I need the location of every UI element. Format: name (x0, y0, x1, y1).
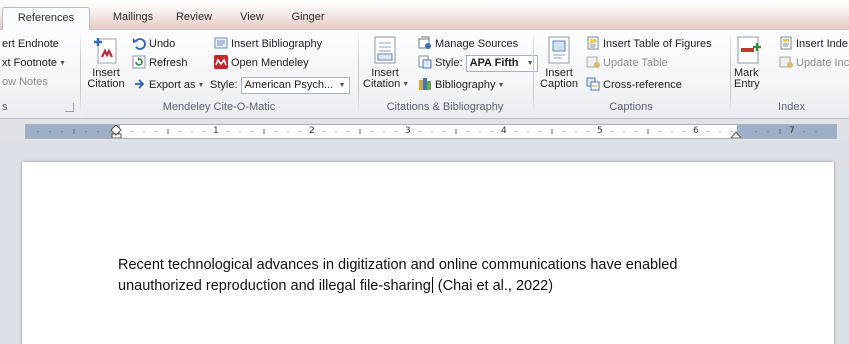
index-group-label: Index (778, 101, 805, 113)
tab-review[interactable]: Review (170, 7, 218, 30)
ruler-number: 7 (789, 126, 795, 136)
mark-entry-icon (737, 36, 761, 64)
show-notes-button[interactable]: ow Notes (2, 73, 48, 91)
horizontal-ruler[interactable]: 1 2 3 4 5 6 7 (25, 124, 837, 139)
insert-endnote-button[interactable]: ert Endnote (2, 35, 59, 53)
dropdown-arrow-icon: ▼ (402, 81, 410, 88)
insert-index-icon (780, 36, 792, 50)
captions-group-label: Captions (609, 101, 653, 113)
group-separator (80, 34, 81, 116)
mendeley-export-as-button[interactable]: Export as ▼ (132, 76, 204, 94)
update-index-button[interactable]: Update Inc (779, 54, 849, 72)
bibliography-icon (214, 37, 228, 49)
insert-citation-button[interactable]: Insert Citation ▼ (362, 35, 410, 90)
open-mendeley-button[interactable]: Open Mendeley (214, 54, 309, 72)
ruler-number: 6 (693, 126, 699, 136)
mendeley-style-selector[interactable]: Style: American Psych... ▼ (210, 76, 350, 94)
document-paragraph[interactable]: Recent technological advances in digitiz… (118, 255, 758, 297)
ruler-number: 3 (405, 126, 411, 136)
ruler-number: 4 (501, 126, 507, 136)
text-before-cursor: unauthorized reproduction and illegal fi… (118, 278, 431, 294)
mendeley-insert-bibliography-button[interactable]: Insert Bibliography (214, 35, 322, 53)
mendeley-style-combo[interactable]: American Psych... ▼ (240, 76, 350, 94)
mark-entry-button[interactable]: Mark Entry (734, 35, 764, 90)
paragraph-line-1: Recent technological advances in digitiz… (118, 257, 678, 273)
cross-reference-icon (586, 77, 600, 91)
update-table-icon (586, 56, 600, 68)
mendeley-logo-icon (214, 55, 228, 69)
next-footnote-button[interactable]: xt Footnote ▼ (2, 54, 66, 72)
undo-icon (133, 38, 146, 50)
dropdown-arrow-icon: ▼ (338, 81, 346, 89)
group-separator (533, 34, 534, 116)
footnotes-group-label: s (2, 101, 8, 113)
mendeley-group-label: Mendeley Cite-O-Matic (162, 101, 276, 113)
export-icon (135, 79, 145, 89)
dropdown-arrow-icon: ▼ (197, 82, 205, 89)
update-table-button[interactable]: Update Table (586, 54, 668, 72)
mendeley-insert-citation-button[interactable]: Insert Citation (84, 35, 128, 90)
group-separator (730, 34, 731, 116)
update-index-icon (779, 56, 793, 68)
insert-caption-button[interactable]: Insert Caption (536, 35, 582, 90)
dropdown-arrow-icon: ▼ (59, 60, 66, 67)
document-page[interactable]: Recent technological advances in digitiz… (22, 162, 834, 344)
ruler-area: 1 2 3 4 5 6 7 (0, 120, 849, 142)
group-separator (358, 34, 359, 116)
footnotes-dialog-launcher-icon[interactable] (65, 103, 74, 112)
mendeley-undo-button[interactable]: Undo (132, 35, 175, 53)
ribbon-tab-bar: References Mailings Review View Ginger (0, 0, 849, 31)
ruler-number: 1 (213, 126, 219, 136)
insert-index-button[interactable]: Insert Inde (779, 35, 848, 53)
refresh-icon (132, 55, 146, 69)
bibliography-button[interactable]: Bibliography ▼ (418, 76, 504, 94)
left-indent-marker[interactable] (110, 125, 122, 138)
insert-table-of-figures-button[interactable]: Insert Table of Figures (586, 35, 712, 53)
tab-ginger[interactable]: Ginger (282, 7, 334, 30)
insert-caption-icon (548, 36, 570, 64)
citation-style-combo[interactable]: APA Fifth ▼ (465, 54, 538, 72)
ruler-ticks (37, 125, 817, 138)
manage-sources-button[interactable]: Manage Sources (418, 35, 518, 53)
citations-group-label: Citations & Bibliography (386, 101, 504, 113)
ruler-number: 2 (309, 126, 315, 136)
citation-style-selector[interactable]: Style: APA Fifth ▼ (418, 54, 538, 72)
citation-style-icon (418, 55, 432, 69)
paragraph-line-2: unauthorized reproduction and illegal fi… (118, 276, 758, 297)
ruler-number: 5 (597, 126, 603, 136)
citation-text: (Chai et al., 2022) (433, 278, 554, 294)
mendeley-citation-icon (94, 38, 117, 64)
document-workspace: Recent technological advances in digitiz… (0, 142, 849, 344)
manage-sources-icon (418, 36, 431, 49)
tab-mailings[interactable]: Mailings (104, 7, 162, 30)
bibliography-books-icon (419, 78, 431, 90)
cross-reference-button[interactable]: Cross-reference (586, 76, 682, 94)
tab-view[interactable]: View (232, 7, 272, 30)
text-cursor (431, 277, 433, 293)
tab-references[interactable]: References (2, 7, 90, 31)
mendeley-refresh-button[interactable]: Refresh (132, 54, 188, 72)
ribbon: ert Endnote xt Footnote ▼ ow Notes s Inse… (0, 30, 849, 119)
dropdown-arrow-icon: ▼ (497, 82, 505, 89)
right-indent-marker[interactable] (730, 131, 742, 138)
insert-citation-icon (374, 36, 396, 64)
table-of-figures-icon (587, 36, 599, 50)
